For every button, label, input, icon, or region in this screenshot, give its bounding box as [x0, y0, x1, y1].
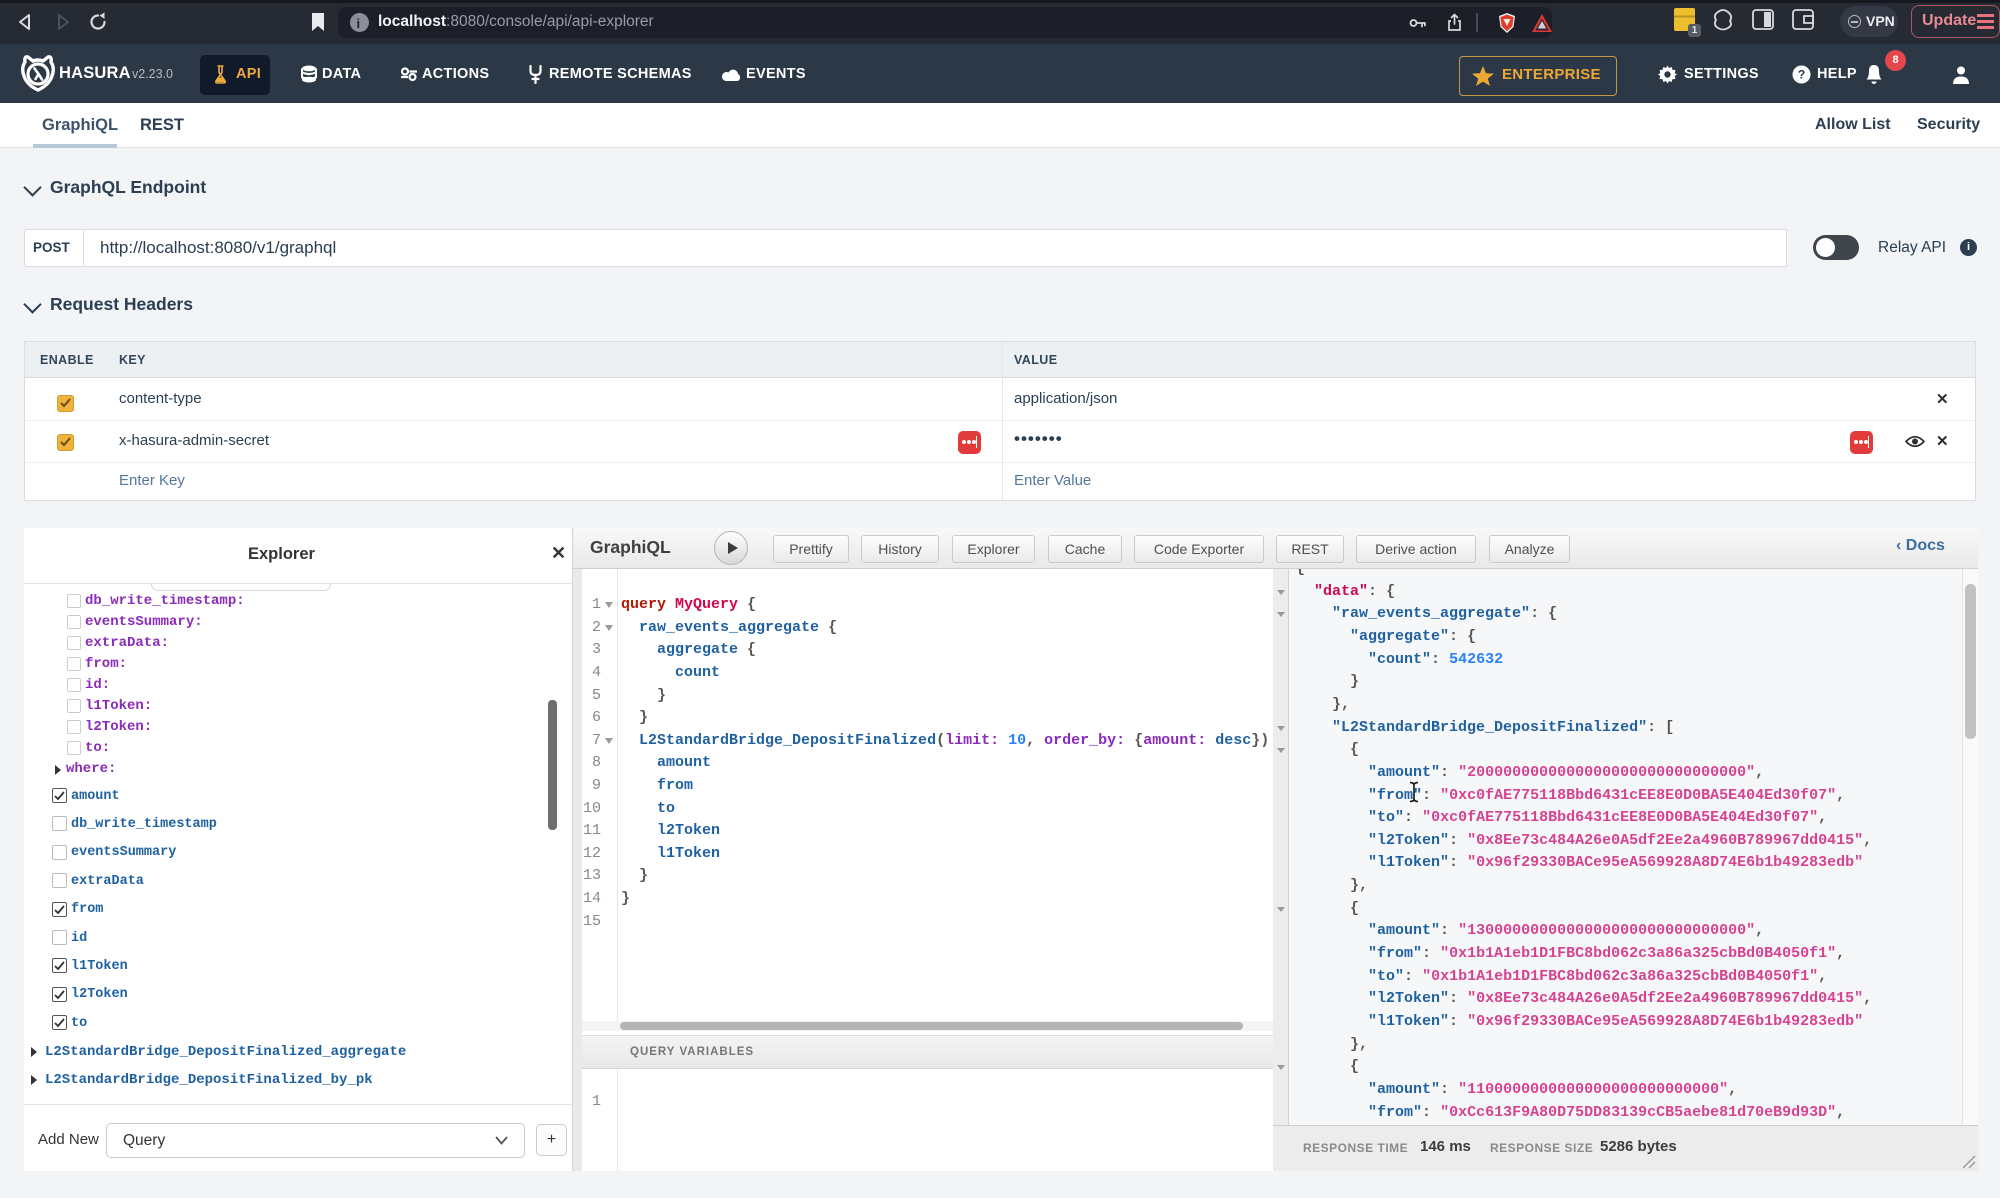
svg-text:?: ?	[1798, 68, 1805, 82]
